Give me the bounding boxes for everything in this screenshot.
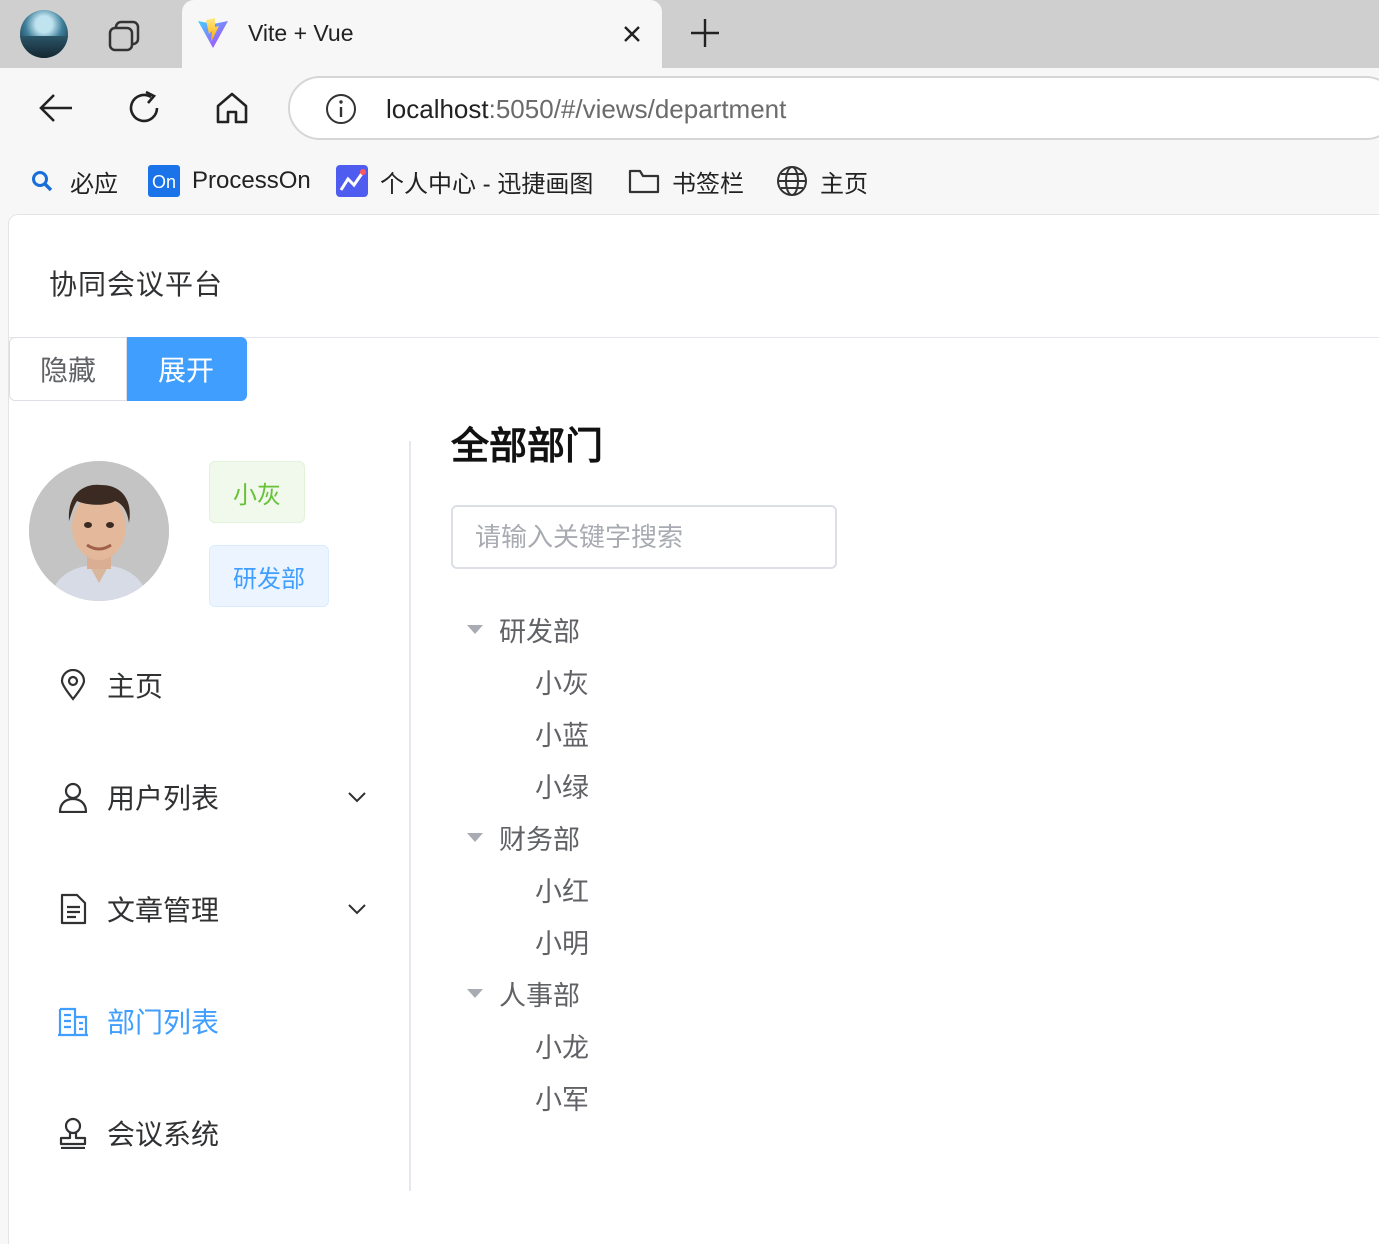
caret-down-icon[interactable] xyxy=(467,832,483,842)
close-tab-icon[interactable] xyxy=(618,20,646,48)
tree-node-label: 小红 xyxy=(535,876,589,907)
search-input[interactable] xyxy=(451,505,837,569)
vite-logo-icon xyxy=(198,18,228,48)
bookmark-folder[interactable]: 书签栏 xyxy=(628,164,744,198)
app-title: 协同会议平台 xyxy=(49,269,224,300)
globe-icon xyxy=(776,165,808,197)
bookmark-label: 个人中心 - 迅捷画图 xyxy=(380,170,594,198)
menu-label: 用户列表 xyxy=(107,783,220,814)
browser-toolbar: localhost:5050/#/views/department xyxy=(0,68,1379,148)
bookmark-label: 必应 xyxy=(70,170,118,198)
menu-item-article-management[interactable]: 文章管理 xyxy=(9,853,409,965)
search-icon xyxy=(26,165,58,197)
tree-node-department[interactable]: 研发部 xyxy=(451,603,951,655)
bookmark-label: 书签栏 xyxy=(672,170,744,198)
document-icon xyxy=(57,893,89,925)
browser-tab-strip: Vite + Vue xyxy=(0,0,1379,68)
menu-label: 文章管理 xyxy=(107,895,220,926)
user-icon xyxy=(57,781,89,813)
sidebar-toggle-group: 隐藏 展开 xyxy=(9,337,247,401)
user-name-tag: 小灰 xyxy=(209,461,305,523)
side-menu: 主页 用户列表 文章管理 部门列表 会议系统 xyxy=(9,629,409,1189)
workspaces-icon[interactable] xyxy=(104,14,144,54)
menu-label: 会议系统 xyxy=(107,1119,220,1150)
home-icon[interactable] xyxy=(212,88,252,128)
menu-item-department-list[interactable]: 部门列表 xyxy=(9,965,409,1077)
url-text: localhost:5050/#/views/department xyxy=(386,94,786,125)
chevron-down-icon[interactable] xyxy=(345,785,369,809)
page-title: 全部部门 xyxy=(451,426,604,468)
chevron-down-icon[interactable] xyxy=(345,897,369,921)
sidebar: 小灰 研发部 主页 用户列表 文章管理 部门列表 会议系统 xyxy=(9,441,411,1191)
tree-node-member[interactable]: 小明 xyxy=(451,915,951,967)
bookmark-home[interactable]: 主页 xyxy=(776,164,868,198)
profile-avatar[interactable] xyxy=(20,10,68,58)
user-department-tag: 研发部 xyxy=(209,545,329,607)
back-arrow-icon[interactable] xyxy=(36,88,76,128)
tree-node-label: 小龙 xyxy=(535,1032,589,1063)
tree-node-member[interactable]: 小绿 xyxy=(451,759,951,811)
svg-text:On: On xyxy=(152,172,176,192)
menu-item-meeting-system[interactable]: 会议系统 xyxy=(9,1077,409,1189)
location-icon xyxy=(57,669,89,701)
processon-icon: On xyxy=(148,165,180,197)
bookmark-processon[interactable]: On ProcessOn xyxy=(148,164,311,198)
bookmark-bing[interactable]: 必应 xyxy=(26,164,118,198)
menu-item-home[interactable]: 主页 xyxy=(9,629,409,741)
new-tab-icon[interactable] xyxy=(688,16,722,50)
menu-item-user-list[interactable]: 用户列表 xyxy=(9,741,409,853)
tab-title: Vite + Vue xyxy=(248,20,354,46)
chart-app-icon xyxy=(336,165,368,197)
bookmark-label: ProcessOn xyxy=(192,167,311,194)
tree-node-member[interactable]: 小军 xyxy=(451,1071,951,1123)
refresh-icon[interactable] xyxy=(124,88,164,128)
stamp-icon xyxy=(57,1117,89,1149)
tree-node-label: 小军 xyxy=(535,1084,589,1115)
browser-tab-active[interactable]: Vite + Vue xyxy=(182,0,662,68)
bookmark-xunjie[interactable]: 个人中心 - 迅捷画图 xyxy=(336,164,593,198)
hide-button[interactable]: 隐藏 xyxy=(9,337,127,401)
url-host: localhost xyxy=(386,94,489,124)
tree-node-label: 小蓝 xyxy=(535,720,589,751)
tree-node-label: 小明 xyxy=(535,928,589,959)
site-info-icon[interactable] xyxy=(324,92,358,126)
bookmark-label: 主页 xyxy=(820,170,868,198)
app-header: 协同会议平台 xyxy=(9,215,1379,338)
tree-node-department[interactable]: 人事部 xyxy=(451,967,951,1019)
caret-down-icon[interactable] xyxy=(467,988,483,998)
tree-node-label: 小绿 xyxy=(535,772,589,803)
url-path: :5050/#/views/department xyxy=(488,94,787,124)
expand-button[interactable]: 展开 xyxy=(127,337,247,401)
menu-label: 主页 xyxy=(107,671,164,702)
tree-node-department[interactable]: 财务部 xyxy=(451,811,951,863)
caret-down-icon[interactable] xyxy=(467,624,483,634)
tree-node-label: 财务部 xyxy=(499,824,580,855)
folder-icon xyxy=(628,165,660,197)
address-bar[interactable]: localhost:5050/#/views/department xyxy=(288,76,1379,140)
tree-node-label: 研发部 xyxy=(499,616,580,647)
tree-node-member[interactable]: 小龙 xyxy=(451,1019,951,1071)
tree-node-member[interactable]: 小灰 xyxy=(451,655,951,707)
tree-node-label: 人事部 xyxy=(499,980,580,1011)
office-building-icon xyxy=(57,1005,89,1037)
menu-label: 部门列表 xyxy=(107,1007,220,1038)
web-page: 协同会议平台 隐藏 展开 小灰 研发部 主页 用户列表 文章管理 部门列表 会议… xyxy=(8,214,1379,1244)
department-tree: 研发部小灰小蓝小绿财务部小红小明人事部小龙小军 xyxy=(451,603,951,1123)
user-avatar xyxy=(29,461,169,601)
tree-node-label: 小灰 xyxy=(535,668,589,699)
bookmarks-bar: 必应 On ProcessOn 个人中心 - 迅捷画图 书签栏 主页 xyxy=(0,148,1379,212)
tree-node-member[interactable]: 小蓝 xyxy=(451,707,951,759)
tree-node-member[interactable]: 小红 xyxy=(451,863,951,915)
